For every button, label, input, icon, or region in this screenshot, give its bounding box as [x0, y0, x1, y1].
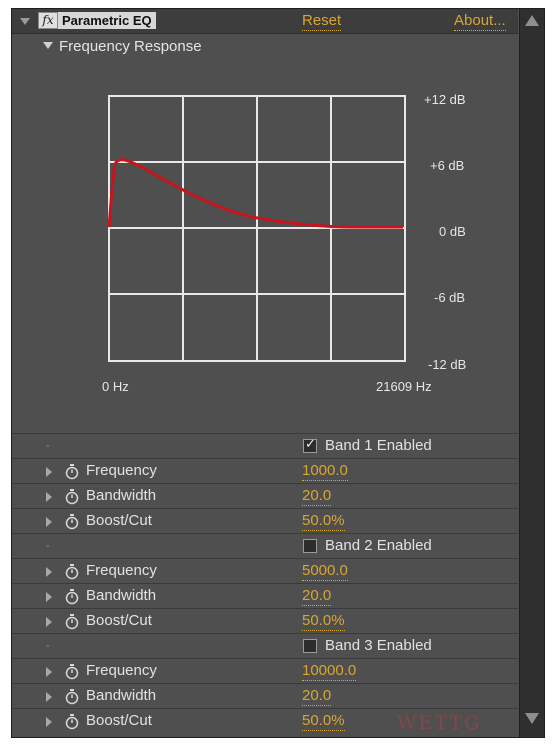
expand-toggle[interactable]	[46, 567, 52, 577]
frequency-value[interactable]: 5000.0	[302, 562, 348, 581]
checkmark-icon: ✓	[305, 436, 316, 451]
boost-cut-label: Boost/Cut	[86, 512, 152, 529]
band-2-frequency-row: Frequency 5000.0	[12, 558, 518, 583]
scroll-up-arrow-icon[interactable]	[525, 15, 539, 26]
band-1-frequency-row: Frequency 1000.0	[12, 458, 518, 483]
expand-toggle[interactable]	[46, 717, 52, 727]
stopwatch-icon[interactable]	[65, 714, 79, 730]
band-2-bandwidth-row: Bandwidth 20.0	[12, 583, 518, 608]
y-tick-label: -12 dB	[428, 357, 467, 372]
expand-toggle[interactable]	[46, 667, 52, 677]
boost-cut-label: Boost/Cut	[86, 612, 152, 629]
row-spacer-dot	[46, 645, 49, 647]
stopwatch-icon[interactable]	[65, 589, 79, 605]
frequency-value[interactable]: 1000.0	[302, 462, 348, 481]
expand-toggle[interactable]	[46, 692, 52, 702]
band-1-bandwidth-row: Bandwidth 20.0	[12, 483, 518, 508]
y-tick-label: 0 dB	[439, 224, 466, 239]
band-3-enabled-label: Band 3 Enabled	[325, 637, 432, 654]
bandwidth-value[interactable]: 20.0	[302, 587, 332, 606]
watermark: WETTG	[397, 712, 482, 734]
stopwatch-icon[interactable]	[65, 614, 79, 630]
bandwidth-label: Bandwidth	[86, 487, 157, 504]
frequency-label: Frequency	[86, 462, 157, 479]
band-1-boost-cut-row: Boost/Cut 50.0%	[12, 508, 518, 533]
band-2-boost-cut-row: Boost/Cut 50.0%	[12, 608, 518, 633]
frequency-value[interactable]: 10000.0	[302, 662, 357, 681]
x-tick-label: 21609 Hz	[376, 379, 432, 394]
effect-header: fx Parametric EQ Reset About...	[12, 9, 518, 34]
collapse-frequency-response-toggle[interactable]	[43, 42, 53, 49]
about-link[interactable]: About...	[454, 12, 506, 31]
effect-controls-panel: fx Parametric EQ Reset About... Frequenc…	[11, 8, 545, 738]
band-1-enabled-checkbox[interactable]: ✓	[303, 436, 317, 453]
reset-link[interactable]: Reset	[302, 12, 342, 31]
bandwidth-label: Bandwidth	[86, 587, 157, 604]
stopwatch-icon[interactable]	[65, 464, 79, 480]
frequency-label: Frequency	[86, 562, 157, 579]
stopwatch-icon[interactable]	[65, 514, 79, 530]
row-spacer-dot	[46, 545, 49, 547]
boost-cut-label: Boost/Cut	[86, 712, 152, 729]
x-tick-label: 0 Hz	[102, 379, 129, 394]
scroll-down-arrow-icon[interactable]	[525, 713, 539, 724]
band-1-enabled-row: ✓ Band 1 Enabled	[12, 433, 518, 458]
fx-icon[interactable]: fx	[38, 12, 58, 29]
y-tick-label: +12 dB	[424, 92, 466, 107]
effect-panel-content: fx Parametric EQ Reset About... Frequenc…	[12, 9, 518, 737]
boost-cut-value[interactable]: 50.0%	[302, 512, 345, 531]
band-3-frequency-row: Frequency 10000.0	[12, 658, 518, 683]
frequency-response-label: Frequency Response	[59, 38, 202, 55]
band-3-enabled-row: Band 3 Enabled	[12, 633, 518, 658]
bandwidth-value[interactable]: 20.0	[302, 687, 332, 706]
stopwatch-icon[interactable]	[65, 689, 79, 705]
expand-toggle[interactable]	[46, 517, 52, 527]
effect-name: Parametric EQ	[58, 12, 156, 29]
band-1-enabled-label: Band 1 Enabled	[325, 437, 432, 454]
expand-toggle[interactable]	[46, 592, 52, 602]
boost-cut-value[interactable]: 50.0%	[302, 612, 345, 631]
collapse-effect-toggle[interactable]	[20, 18, 30, 25]
frequency-label: Frequency	[86, 662, 157, 679]
vertical-scrollbar[interactable]	[519, 9, 544, 737]
y-tick-label: -6 dB	[434, 290, 466, 305]
band-3-enabled-checkbox[interactable]	[303, 639, 317, 653]
bandwidth-label: Bandwidth	[86, 687, 157, 704]
stopwatch-icon[interactable]	[65, 489, 79, 505]
row-spacer-dot	[46, 445, 49, 447]
band-2-enabled-checkbox[interactable]	[303, 539, 317, 553]
y-tick-label: +6 dB	[430, 158, 465, 173]
frequency-response-graph	[107, 95, 406, 362]
expand-toggle[interactable]	[46, 492, 52, 502]
expand-toggle[interactable]	[46, 617, 52, 627]
band-2-enabled-row: Band 2 Enabled	[12, 533, 518, 558]
band-2-enabled-label: Band 2 Enabled	[325, 537, 432, 554]
bandwidth-value[interactable]: 20.0	[302, 487, 332, 506]
expand-toggle[interactable]	[46, 467, 52, 477]
band-3-bandwidth-row: Bandwidth 20.0	[12, 683, 518, 708]
boost-cut-value[interactable]: 50.0%	[302, 712, 345, 731]
stopwatch-icon[interactable]	[65, 664, 79, 680]
stopwatch-icon[interactable]	[65, 564, 79, 580]
